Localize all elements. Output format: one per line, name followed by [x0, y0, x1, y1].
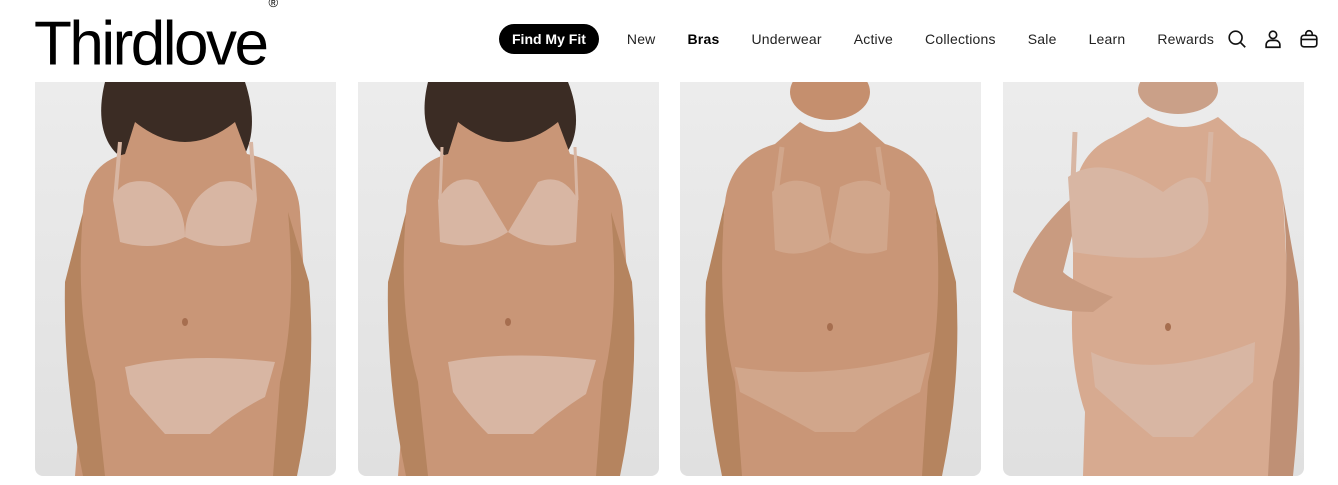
product-card-1[interactable] — [35, 82, 336, 476]
brand-logo[interactable]: Thirdlove® — [34, 0, 278, 80]
site-header: Thirdlove® Find My Fit New Bras Underwea… — [0, 0, 1338, 80]
nav-item-rewards[interactable]: Rewards — [1157, 31, 1214, 47]
product-image-4 — [1013, 82, 1300, 476]
main-nav: Find My Fit New Bras Underwear Active Co… — [499, 24, 1214, 54]
nav-item-underwear[interactable]: Underwear — [751, 31, 821, 47]
product-image-3 — [705, 82, 958, 476]
account-icon[interactable] — [1262, 28, 1284, 50]
nav-item-active[interactable]: Active — [854, 31, 893, 47]
product-image-1 — [64, 82, 312, 476]
nav-item-sale[interactable]: Sale — [1028, 31, 1057, 47]
product-card-4[interactable] — [1003, 82, 1304, 476]
product-card-2[interactable] — [358, 82, 659, 476]
nav-item-collections[interactable]: Collections — [925, 31, 996, 47]
find-my-fit-button[interactable]: Find My Fit — [499, 24, 599, 54]
nav-item-new[interactable]: New — [627, 31, 656, 47]
nav-item-bras[interactable]: Bras — [688, 31, 720, 47]
cart-icon[interactable] — [1298, 28, 1320, 50]
nav-item-learn[interactable]: Learn — [1089, 31, 1126, 47]
product-image-2 — [387, 82, 635, 476]
header-icons — [1226, 28, 1320, 50]
search-icon[interactable] — [1226, 28, 1248, 50]
product-card-3[interactable] — [680, 82, 981, 476]
